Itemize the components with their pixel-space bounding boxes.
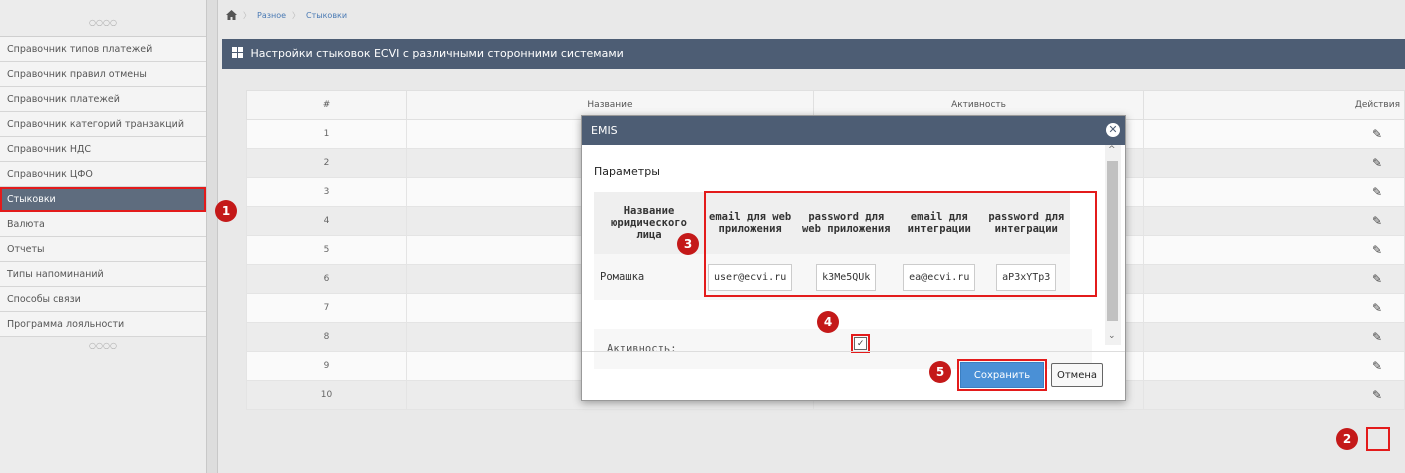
sidebar-item[interactable]: Типы напоминаний: [0, 262, 206, 287]
row-actions: ✎: [1143, 177, 1405, 207]
dialog-footer: Сохранить Отмена: [582, 351, 1125, 400]
pencil-icon[interactable]: ✎: [1372, 214, 1382, 228]
sidebar-item[interactable]: Справочник типов платежей: [0, 37, 206, 62]
dialog-title: EMIS: [591, 124, 618, 137]
row-actions: ✎: [1143, 148, 1405, 178]
annotation-marker-5: 5: [929, 361, 951, 383]
active-checkbox[interactable]: ✓: [851, 334, 870, 353]
row-number: 5: [246, 235, 407, 265]
breadcrumb-separator: 〉: [243, 10, 251, 20]
sidebar-item[interactable]: Справочник НДС: [0, 137, 206, 162]
pencil-icon[interactable]: ✎: [1372, 330, 1382, 344]
annotation-marker-3: 3: [677, 233, 699, 255]
column-header-num[interactable]: #: [246, 90, 407, 120]
sidebar-top-handle: ○○○○: [0, 0, 206, 37]
scroll-thumb[interactable]: [1107, 161, 1118, 321]
sidebar-item[interactable]: Валюта: [0, 212, 206, 237]
row-number: 2: [246, 148, 407, 178]
home-icon[interactable]: [226, 10, 237, 20]
sidebar-item[interactable]: Справочник правил отмены: [0, 62, 206, 87]
row-number: 4: [246, 206, 407, 236]
close-icon[interactable]: ✕: [1106, 123, 1120, 137]
row-actions: ✎: [1143, 351, 1405, 381]
save-button[interactable]: Сохранить: [957, 359, 1047, 391]
sidebar: ○○○○ Справочник типов платежей Справочник…: [0, 0, 206, 473]
row-actions: ✎: [1143, 380, 1405, 410]
row-number: 10: [246, 380, 407, 410]
dialog-header: EMIS ✕: [582, 116, 1125, 145]
breadcrumb-item-misc[interactable]: Разное: [257, 11, 286, 20]
row-actions: ✎: [1143, 235, 1405, 265]
row-actions: ✎: [1143, 293, 1405, 323]
row-number: 8: [246, 322, 407, 352]
section-title: Параметры: [594, 165, 660, 178]
pencil-icon[interactable]: ✎: [1372, 127, 1382, 141]
row-actions: ✎: [1143, 322, 1405, 352]
breadcrumb-item-current: Стыковки: [306, 10, 348, 20]
annotation-box-edit: [1366, 427, 1390, 451]
sidebar-bottom-handle: ○○○○: [89, 341, 117, 350]
pencil-icon[interactable]: ✎: [1372, 272, 1382, 286]
row-actions: ✎: [1143, 264, 1405, 294]
column-header-actions: Действия: [1143, 90, 1405, 120]
pencil-icon[interactable]: ✎: [1372, 388, 1382, 402]
breadcrumb: 〉 Разное 〉 Стыковки: [226, 8, 347, 22]
grid-icon: [232, 47, 243, 58]
row-number: 1: [246, 119, 407, 149]
legal-name-value: Ромашка: [594, 254, 704, 300]
pencil-icon[interactable]: ✎: [1372, 359, 1382, 373]
sidebar-item[interactable]: Стыковки: [0, 187, 206, 212]
pencil-icon[interactable]: ✎: [1372, 301, 1382, 315]
sidebar-item[interactable]: Способы связи: [0, 287, 206, 312]
row-actions: ✎: [1143, 119, 1405, 149]
panel-title: Настройки стыковок ECVI с различными сто…: [250, 47, 624, 60]
pencil-icon[interactable]: ✎: [1372, 243, 1382, 257]
sidebar-item[interactable]: Программа лояльности: [0, 312, 206, 337]
row-actions: ✎: [1143, 206, 1405, 236]
chevron-down-icon[interactable]: ⌄: [1108, 331, 1116, 341]
breadcrumb-separator: 〉: [292, 10, 301, 20]
sidebar-item[interactable]: Справочник ЦФО: [0, 162, 206, 187]
annotation-marker-2: 2: [1336, 428, 1358, 450]
annotation-marker-1: 1: [215, 200, 237, 222]
row-number: 7: [246, 293, 407, 323]
cancel-button[interactable]: Отмена: [1051, 363, 1103, 387]
pencil-icon[interactable]: ✎: [1372, 185, 1382, 199]
annotation-box-credentials: [704, 191, 1097, 297]
sidebar-splitter[interactable]: [206, 0, 218, 473]
dialog-scrollbar[interactable]: ^ ⌄: [1105, 145, 1121, 345]
pencil-icon[interactable]: ✎: [1372, 156, 1382, 170]
chevron-up-icon[interactable]: ^: [1108, 145, 1116, 155]
panel-header: Настройки стыковок ECVI с различными сто…: [222, 39, 1405, 69]
sidebar-item[interactable]: Отчеты: [0, 237, 206, 262]
row-number: 9: [246, 351, 407, 381]
sidebar-item[interactable]: Справочник платежей: [0, 87, 206, 112]
sidebar-item[interactable]: Справочник категорий транзакций: [0, 112, 206, 137]
row-number: 6: [246, 264, 407, 294]
annotation-marker-4: 4: [817, 311, 839, 333]
row-number: 3: [246, 177, 407, 207]
